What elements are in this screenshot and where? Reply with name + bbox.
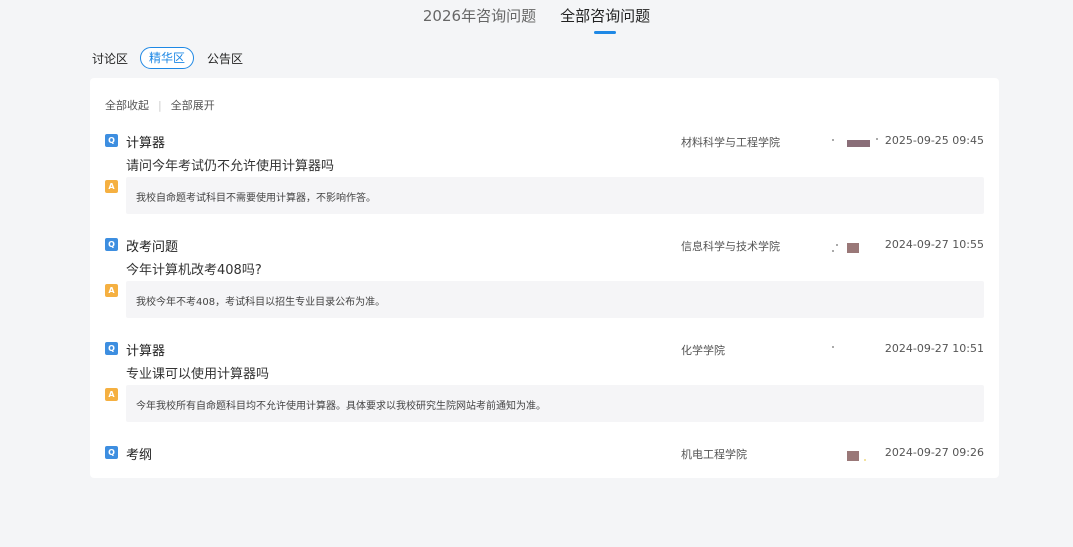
question-badge-icon: Q [105, 342, 118, 355]
question-title[interactable]: 计算器 [126, 340, 165, 359]
qa-item: Q 计算器 材料科学与工程学院 2025-09-25 09:45 请问今年考试仍… [105, 131, 984, 235]
expand-all-link[interactable]: 全部展开 [171, 97, 215, 113]
question-title[interactable]: 改考问题 [126, 236, 178, 255]
question-date: 2024-09-27 10:51 [884, 342, 984, 355]
collapse-toolbar: 全部收起 | 全部展开 [105, 97, 215, 113]
redacted-username [832, 450, 866, 461]
tab-2026-questions-label: 2026年咨询问题 [422, 7, 537, 25]
sub-tab-bar: 讨论区 精华区 公告区 [90, 47, 245, 69]
answer-text: 我校今年不考408，考试科目以招生专业目录公布为准。 [136, 297, 386, 308]
tab-all-questions[interactable]: 全部咨询问题 [560, 0, 650, 40]
collapse-all-link[interactable]: 全部收起 [105, 97, 149, 113]
question-text: 专业课可以使用计算器吗 [126, 367, 270, 382]
answer-text: 我校自命题考试科目不需要使用计算器，不影响作答。 [136, 193, 376, 204]
college-name: 材料科学与工程学院 [681, 136, 780, 149]
question-date: 2024-09-27 09:26 [884, 446, 984, 459]
qa-item: Q 计算器 化学学院 2024-09-27 10:51 专业课可以使用计算器吗 … [105, 339, 984, 443]
question-header[interactable]: Q 计算器 化学学院 2024-09-27 10:51 [105, 339, 984, 359]
tab-all-questions-label: 全部咨询问题 [560, 7, 651, 25]
question-badge-icon: Q [105, 238, 118, 251]
college-name: 机电工程学院 [681, 448, 747, 461]
tab-2026-questions[interactable]: 2026年咨询问题 [423, 0, 536, 40]
sub-tab-featured[interactable]: 精华区 [140, 47, 195, 69]
question-header[interactable]: Q 计算器 材料科学与工程学院 2025-09-25 09:45 [105, 131, 984, 151]
question-text: 今年计算机改考408吗? [126, 263, 262, 278]
redacted-username [832, 346, 857, 356]
question-title[interactable]: 考纲 [126, 444, 152, 463]
answer-box: 我校自命题考试科目不需要使用计算器，不影响作答。 [126, 177, 984, 214]
answer-box: 今年我校所有自命题科目均不允许使用计算器。具体要求以我校研究生院网站考前通知为准… [126, 385, 984, 422]
question-date: 2025-09-25 09:45 [884, 134, 984, 147]
answer-box: 我校今年不考408，考试科目以招生专业目录公布为准。 [126, 281, 984, 318]
question-badge-icon: Q [105, 446, 118, 459]
answer-badge-icon: A [105, 180, 118, 193]
answer-badge-icon: A [105, 284, 118, 297]
redacted-username [832, 138, 878, 148]
question-badge-icon: Q [105, 134, 118, 147]
college-name: 信息科学与技术学院 [681, 240, 780, 253]
top-tab-bar: 2026年咨询问题 全部咨询问题 [0, 0, 1073, 40]
qa-item: Q 改考问题 信息科学与技术学院 2024-09-27 10:55 今年计算机改… [105, 235, 984, 339]
answer-text: 今年我校所有自命题科目均不允许使用计算器。具体要求以我校研究生院网站考前通知为准… [136, 401, 546, 412]
question-title[interactable]: 计算器 [126, 132, 165, 151]
active-tab-indicator [594, 31, 617, 34]
redacted-username [832, 242, 859, 253]
question-text: 请问今年考试仍不允许使用计算器吗 [126, 159, 335, 174]
qa-panel: 全部收起 | 全部展开 Q 计算器 材料科学与工程学院 2025-09-25 0… [90, 78, 999, 478]
sub-tab-announcements[interactable]: 公告区 [205, 50, 245, 67]
qa-item: Q 考纲 机电工程学院 2024-09-27 09:26 [105, 443, 984, 547]
question-header[interactable]: Q 考纲 机电工程学院 2024-09-27 09:26 [105, 443, 984, 463]
college-name: 化学学院 [681, 344, 725, 357]
toolbar-separator: | [158, 98, 162, 112]
sub-tab-discussion[interactable]: 讨论区 [90, 50, 130, 67]
question-header[interactable]: Q 改考问题 信息科学与技术学院 2024-09-27 10:55 [105, 235, 984, 255]
answer-badge-icon: A [105, 388, 118, 401]
question-date: 2024-09-27 10:55 [884, 238, 984, 251]
